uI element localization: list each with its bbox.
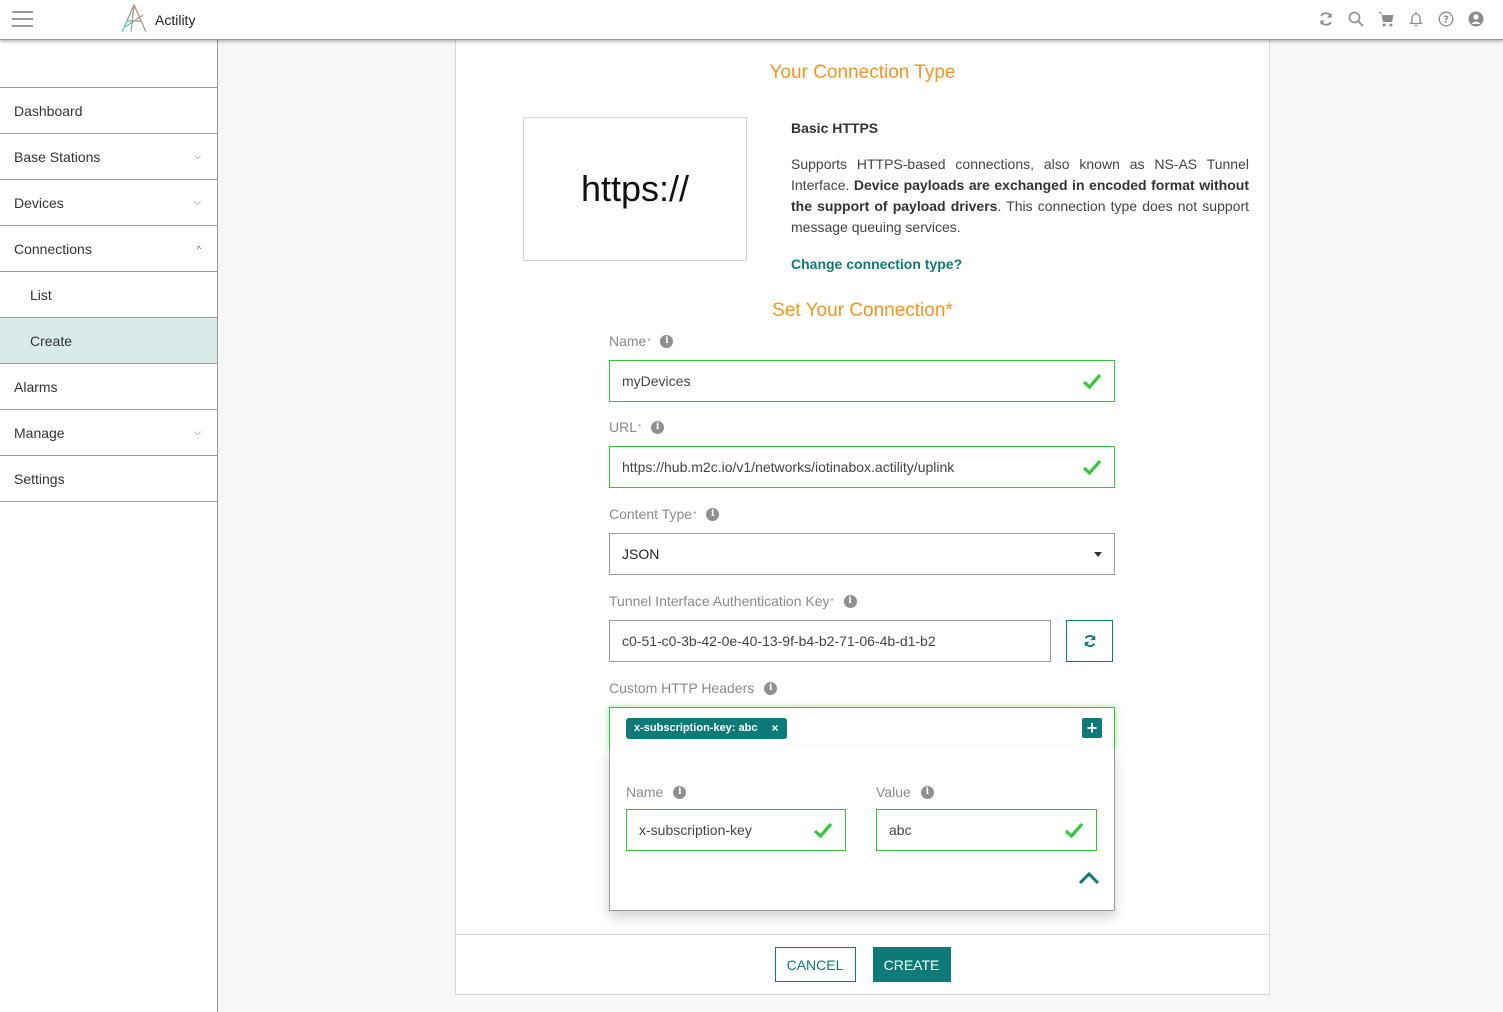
collapse-chevron-up-icon[interactable] <box>1078 870 1100 886</box>
info-icon[interactable]: i <box>843 594 857 608</box>
header-chip[interactable]: x-subscription-key: abc × <box>626 717 787 739</box>
regenerate-key-button[interactable] <box>1066 620 1113 662</box>
info-icon[interactable]: i <box>660 334 674 348</box>
create-connection-card: Your Connection Type https:// Basic HTTP… <box>455 40 1270 995</box>
chevron-down-icon: ⌵ <box>194 427 201 437</box>
name-label: Name * i <box>609 333 674 349</box>
content-type-label: Content Type * i <box>609 506 720 522</box>
check-icon <box>1082 373 1102 390</box>
add-header-button[interactable]: + <box>1082 718 1102 738</box>
help-icon[interactable]: ? <box>1437 10 1455 28</box>
connection-type-heading: Your Connection Type <box>769 62 956 83</box>
top-bar: Actility ? <box>0 0 1503 40</box>
search-icon[interactable] <box>1347 10 1365 28</box>
header-editor-panel: Name i x-subscription-key Value i abc <box>609 748 1115 911</box>
info-icon[interactable]: i <box>651 420 665 434</box>
custom-headers-label: Custom HTTP Headers i <box>609 680 778 696</box>
chevron-up-icon: ^ <box>196 243 201 254</box>
info-icon[interactable]: i <box>706 507 720 521</box>
sidebar-item-manage[interactable]: Manage ⌵ <box>0 410 217 456</box>
info-icon[interactable]: i <box>673 785 687 799</box>
bell-icon[interactable] <box>1407 10 1425 28</box>
content-type-select[interactable]: JSON <box>609 533 1115 575</box>
sidebar-item-list[interactable]: List <box>0 272 217 318</box>
set-connection-heading: Set Your Connection* <box>772 300 953 321</box>
url-label: URL * i <box>609 419 665 435</box>
header-value-label: Value i <box>876 784 934 800</box>
cancel-button[interactable]: CANCEL <box>774 947 856 982</box>
chevron-down-icon: ⌵ <box>194 197 201 207</box>
dropdown-caret-icon <box>1094 551 1102 557</box>
auth-key-label: Tunnel Interface Authentication Key * i <box>609 593 857 609</box>
hamburger-menu-icon[interactable] <box>12 11 33 29</box>
info-icon[interactable]: i <box>920 785 934 799</box>
sidebar-item-settings[interactable]: Settings <box>0 456 217 502</box>
user-icon[interactable] <box>1467 10 1485 28</box>
brand-name: Actility <box>155 11 196 28</box>
sidebar: Dashboard Base Stations ⌵ Devices ⌵ Connec… <box>0 40 218 1012</box>
sidebar-item-dashboard[interactable]: Dashboard <box>0 88 217 134</box>
connection-type-name: Basic HTTPS <box>791 120 879 136</box>
remove-chip-icon[interactable]: × <box>771 721 778 735</box>
sidebar-item-alarms[interactable]: Alarms <box>0 364 217 410</box>
sidebar-item-devices[interactable]: Devices ⌵ <box>0 180 217 226</box>
name-input[interactable]: myDevices <box>609 360 1115 402</box>
auth-key-input[interactable]: c0-51-c0-3b-42-0e-40-13-9f-b4-b2-71-06-4… <box>609 620 1051 662</box>
custom-headers-input[interactable]: x-subscription-key: abc × + <box>609 707 1115 749</box>
form-footer: CANCEL CREATE <box>456 934 1269 994</box>
connection-type-description: Supports HTTPS-based connections, also k… <box>791 156 1249 235</box>
svg-text:?: ? <box>1443 15 1449 26</box>
header-value-input[interactable]: abc <box>876 809 1097 851</box>
create-button[interactable]: CREATE <box>872 947 951 982</box>
actility-logo[interactable]: Actility <box>119 2 195 34</box>
header-name-input[interactable]: x-subscription-key <box>626 809 846 851</box>
check-icon <box>813 822 833 839</box>
check-icon <box>1064 822 1084 839</box>
check-icon <box>1082 459 1102 476</box>
chevron-down-icon: ⌵ <box>194 151 201 161</box>
sidebar-item-connections[interactable]: Connections ^ <box>0 226 217 272</box>
sidebar-item-base-stations[interactable]: Base Stations ⌵ <box>0 134 217 180</box>
refresh-icon[interactable] <box>1317 10 1335 28</box>
info-icon[interactable]: i <box>764 681 778 695</box>
refresh-icon <box>1084 634 1095 648</box>
url-input[interactable]: https://hub.m2c.io/v1/networks/iotinabox… <box>609 446 1115 488</box>
connection-type-info: Basic HTTPS Supports HTTPS-based connect… <box>791 120 1249 274</box>
sidebar-item-create[interactable]: Create <box>0 318 217 364</box>
change-connection-type-link[interactable]: Change connection type? <box>791 256 962 272</box>
cart-icon[interactable] <box>1377 10 1395 28</box>
actility-logo-icon <box>121 3 147 33</box>
header-name-label: Name i <box>626 784 687 800</box>
connection-type-image: https:// <box>523 117 747 261</box>
